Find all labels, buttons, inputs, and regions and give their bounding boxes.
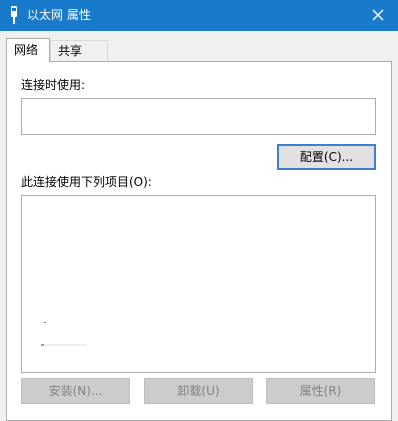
items-list-label: 此连接使用下列项目(O): [21,175,152,189]
list-item-fragment [41,344,87,346]
uninstall-button[interactable]: 卸载(U) [144,378,253,404]
title-bar: 以太网 属性 [0,0,398,31]
install-button[interactable]: 安装(N)... [21,378,130,404]
network-adapter-icon [11,6,17,24]
list-item-fragment [44,322,46,323]
tab-network[interactable]: 网络 [6,38,50,62]
tab-share[interactable]: 共享 [50,40,108,61]
properties-button[interactable]: 属性(R) [266,378,375,404]
close-button[interactable] [358,0,398,31]
window-title: 以太网 属性 [27,8,91,22]
configure-button[interactable]: 配置(C)... [277,144,376,170]
connection-items-list[interactable] [21,195,376,373]
connect-using-label: 连接时使用: [21,78,86,92]
close-icon [372,9,384,21]
adapter-name-field [21,98,376,135]
